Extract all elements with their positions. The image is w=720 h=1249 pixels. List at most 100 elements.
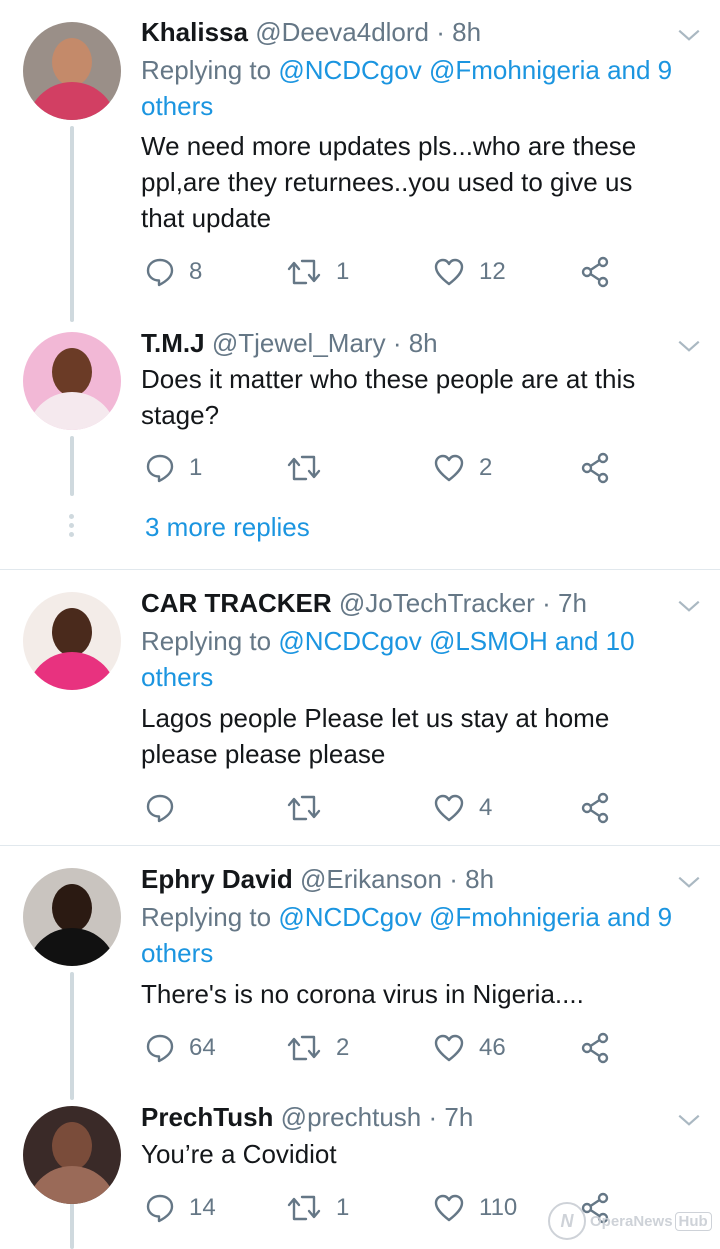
like-button[interactable]: 2 [433, 450, 492, 486]
share-icon [581, 792, 609, 824]
heart-icon [434, 1034, 464, 1062]
like-count: 46 [479, 1034, 506, 1061]
like-count: 2 [479, 454, 493, 481]
avatar[interactable] [23, 332, 121, 430]
tweet-text: Lagos people Please let us stay at home … [141, 703, 610, 769]
mentions-link[interactable]: @NCDCgov @Fmohnigeria and 9 [278, 902, 672, 932]
replying-to: Replying to @NCDCgov @Fmohnigeria and 9 … [141, 902, 673, 968]
retweet-icon [287, 1195, 321, 1221]
watermark-suffix: Hub [674, 1211, 712, 1231]
timestamp[interactable]: 7h [558, 588, 587, 618]
tweet-header: Ephry David @Erikanson · 8h [141, 863, 494, 895]
author-name[interactable]: CAR TRACKER [141, 588, 332, 618]
timestamp[interactable]: 8h [465, 864, 494, 894]
tweet-actions: 64 2 46 [141, 1030, 621, 1066]
avatar[interactable] [23, 1106, 121, 1204]
retweet-button[interactable]: 2 [286, 1030, 349, 1066]
thread-line [70, 126, 74, 322]
author-name[interactable]: PrechTush [141, 1102, 273, 1132]
tweet-actions: 4 [141, 790, 621, 826]
tweet-actions: 1 2 [141, 450, 621, 486]
others-link[interactable]: others [141, 91, 213, 121]
thread-line [70, 972, 74, 1100]
heart-icon [434, 1194, 464, 1222]
author-handle[interactable]: @Tjewel_Mary [212, 328, 386, 358]
separator: · [392, 328, 402, 358]
chevron-down-icon[interactable] [676, 1107, 702, 1133]
author-name[interactable]: Khalissa [141, 17, 248, 47]
reply-count: 14 [189, 1194, 216, 1221]
retweet-icon [287, 455, 321, 481]
avatar[interactable] [23, 868, 121, 966]
timestamp[interactable]: 8h [452, 17, 481, 47]
separator: · [436, 17, 445, 47]
retweet-button[interactable]: 1 [286, 1190, 349, 1226]
retweet-button[interactable]: 1 [286, 254, 349, 290]
like-button[interactable]: 4 [433, 790, 492, 826]
heart-icon [434, 258, 464, 286]
like-button[interactable]: 110 [433, 1190, 517, 1226]
replying-to: Replying to @NCDCgov @Fmohnigeria and 9 … [141, 55, 673, 121]
author-handle[interactable]: @Deeva4dlord [255, 17, 429, 47]
divider [0, 845, 720, 846]
separator: · [542, 588, 551, 618]
share-icon [581, 452, 609, 484]
retweet-button[interactable] [286, 790, 336, 826]
like-button[interactable]: 12 [433, 254, 506, 290]
share-icon [581, 256, 609, 288]
like-count: 4 [479, 794, 493, 821]
timestamp[interactable]: 7h [444, 1102, 473, 1132]
tweet-header: T.M.J @Tjewel_Mary · 8h [141, 327, 438, 359]
heart-icon [434, 454, 464, 482]
author-handle[interactable]: @prechtush [281, 1102, 422, 1132]
timestamp[interactable]: 8h [409, 328, 438, 358]
tweet-text: We need more updates pls...who are these… [141, 131, 637, 233]
watermark-brand: OperaNews [590, 1212, 673, 1230]
reply-count: 8 [189, 258, 203, 285]
avatar[interactable] [23, 592, 121, 690]
replying-to: Replying to @NCDCgov @LSMOH and 10 other… [141, 626, 635, 692]
author-name[interactable]: Ephry David [141, 864, 293, 894]
separator: · [449, 864, 458, 894]
others-link[interactable]: others [141, 938, 213, 968]
author-handle[interactable]: @JoTechTracker [339, 588, 535, 618]
reply-button[interactable] [145, 790, 189, 826]
reply-count: 1 [189, 454, 203, 481]
chevron-down-icon[interactable] [676, 22, 702, 48]
retweet-icon [287, 795, 321, 821]
retweet-icon [287, 259, 321, 285]
avatar[interactable] [23, 22, 121, 120]
reply-icon [146, 258, 174, 287]
reply-icon [146, 1034, 174, 1063]
mentions-link[interactable]: @NCDCgov @LSMOH and 10 [278, 626, 634, 656]
thread-line [70, 436, 74, 496]
reply-icon [146, 1194, 174, 1223]
mentions-link[interactable]: @NCDCgov @Fmohnigeria and 9 [278, 55, 672, 85]
reply-button[interactable]: 64 [145, 1030, 216, 1066]
divider [0, 569, 720, 570]
share-button[interactable] [579, 254, 611, 290]
chevron-down-icon[interactable] [676, 869, 702, 895]
share-icon [581, 1032, 609, 1064]
share-button[interactable] [579, 790, 611, 826]
reply-button[interactable]: 1 [145, 450, 202, 486]
share-button[interactable] [579, 450, 611, 486]
chevron-down-icon[interactable] [676, 333, 702, 359]
separator: · [428, 1102, 438, 1132]
like-button[interactable]: 46 [433, 1030, 506, 1066]
author-handle[interactable]: @Erikanson [300, 864, 442, 894]
heart-icon [434, 794, 464, 822]
others-link[interactable]: others [141, 662, 213, 692]
author-name[interactable]: T.M.J [141, 328, 205, 358]
reply-button[interactable]: 8 [145, 254, 202, 290]
share-button[interactable] [579, 1030, 611, 1066]
tweet-text: There's is no corona virus in Nigeria...… [141, 979, 584, 1009]
reply-button[interactable]: 14 [145, 1190, 216, 1226]
chevron-down-icon[interactable] [676, 593, 702, 619]
more-replies-link[interactable]: 3 more replies [145, 511, 310, 543]
tweet-header: CAR TRACKER @JoTechTracker · 7h [141, 587, 587, 619]
tweet-header: PrechTush @prechtush · 7h [141, 1101, 473, 1133]
tweet-header: Khalissa @Deeva4dlord · 8h [141, 16, 481, 48]
tweet-text: Does it matter who these people are at t… [141, 364, 636, 430]
retweet-button[interactable] [286, 450, 336, 486]
